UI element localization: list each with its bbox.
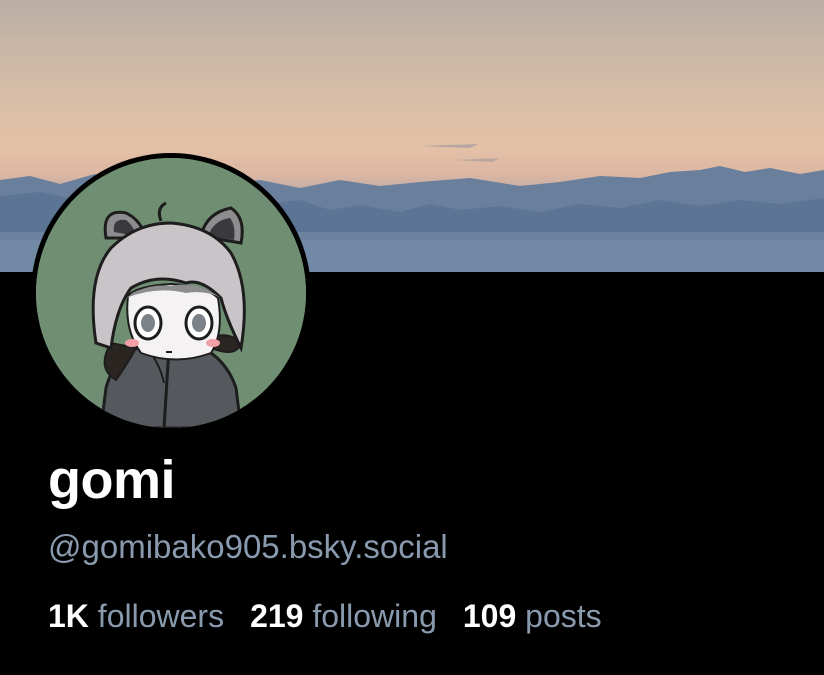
display-name: gomi: [48, 450, 176, 510]
following-label: following: [312, 598, 437, 634]
posts-label: posts: [525, 598, 602, 634]
avatar-illustration: [36, 158, 306, 428]
following-count: 219: [250, 598, 304, 634]
followers-count: 1K: [48, 598, 89, 634]
avatar-frame[interactable]: [31, 153, 311, 433]
followers-link[interactable]: 1K followers: [48, 596, 224, 636]
posts-count-item: 109 posts: [463, 596, 602, 636]
followers-label: followers: [97, 598, 225, 634]
posts-count: 109: [462, 598, 517, 634]
following-link[interactable]: 219 following: [250, 596, 437, 636]
profile-handle[interactable]: @gomibako905.bsky.social: [48, 527, 448, 567]
profile-stats: 1K followers 219 following 109 posts: [48, 596, 628, 636]
avatar[interactable]: [36, 158, 306, 428]
profile-page: gomi @gomibako905.bsky.social 1K followe…: [0, 0, 824, 675]
